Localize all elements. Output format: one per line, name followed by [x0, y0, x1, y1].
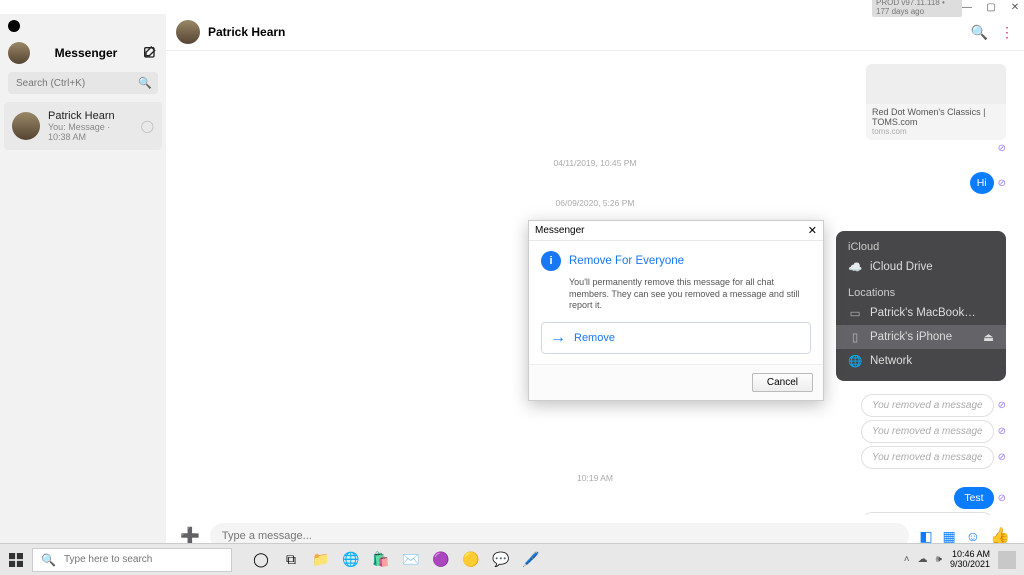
dialog-titlebar-text: Messenger	[535, 225, 584, 236]
search-icon[interactable]: 🔍	[138, 77, 152, 90]
taskbar-clock[interactable]: 10:46 AM 9/30/2021	[950, 550, 990, 570]
timestamp-separator: 04/11/2019, 10:45 PM	[184, 158, 1006, 168]
taskbar-search-input[interactable]	[64, 554, 231, 565]
finder-item-iphone[interactable]: ▯ Patrick's iPhone ⏏	[836, 325, 1006, 349]
outgoing-message[interactable]: Test	[954, 487, 993, 509]
mail-icon[interactable]: ✉️	[402, 551, 420, 569]
finder-item-icloud-drive[interactable]: ☁️ iCloud Drive	[836, 255, 1006, 279]
window-maximize[interactable]: ▢	[986, 2, 996, 13]
remove-option-label: Remove	[574, 332, 615, 344]
delivery-icon: ⊘	[998, 400, 1006, 411]
conversation-item[interactable]: Patrick Hearn You: Message · 10:38 AM ◯	[4, 102, 162, 150]
remove-option[interactable]: → Remove	[541, 322, 811, 354]
eject-icon[interactable]: ⏏	[983, 330, 994, 344]
link-preview-card[interactable]: Red Dot Women's Classics | TOMS.com toms…	[866, 64, 1006, 140]
delivery-icon: ⊘	[998, 493, 1006, 504]
sidebar: Messenger 🔍 Patrick Hearn You: Message ·…	[0, 14, 166, 557]
search-icon: 🔍	[33, 553, 64, 567]
start-button[interactable]	[0, 553, 32, 567]
sticker-icon[interactable]: ◧	[919, 528, 932, 545]
messenger-logo-icon	[8, 20, 20, 32]
finder-section-locations: Locations	[836, 285, 1006, 301]
timestamp-separator: 10:19 AM	[184, 473, 1006, 483]
removed-message[interactable]: You removed a message	[861, 512, 994, 515]
task-view-icon[interactable]: ◯	[252, 551, 270, 569]
info-icon: i	[541, 251, 561, 271]
app-icon-2[interactable]: 🖊️	[522, 551, 540, 569]
delivery-icon: ⊘	[998, 452, 1006, 463]
sidebar-search-input[interactable]	[8, 72, 158, 94]
app-icon[interactable]: 🟣	[432, 551, 450, 569]
explorer-icon[interactable]: 📁	[312, 551, 330, 569]
tray-overflow-icon[interactable]: ˄	[904, 554, 910, 565]
delivery-icon: ⊘	[998, 143, 1006, 154]
window-close[interactable]: ✕	[1010, 2, 1020, 13]
onedrive-icon[interactable]: ☁	[918, 554, 928, 565]
chat-search-icon[interactable]: 🔍	[971, 24, 988, 41]
timestamp-separator: 06/09/2020, 5:26 PM	[184, 198, 1006, 208]
delivery-icon: ⊘	[998, 426, 1006, 437]
dialog-close-button[interactable]: ✕	[808, 224, 817, 237]
window-minimize[interactable]: —	[962, 2, 972, 13]
link-preview-title: Red Dot Women's Classics | TOMS.com	[866, 104, 1006, 127]
chat-contact-avatar[interactable]	[176, 20, 200, 44]
network-tray-icon[interactable]: 🕪	[936, 554, 942, 565]
dialog-body-text: You'll permanently remove this message f…	[569, 277, 811, 312]
phone-icon: ▯	[848, 330, 862, 344]
conversation-subtitle: You: Message · 10:38 AM	[48, 122, 133, 142]
conversation-status-icon: ◯	[141, 119, 154, 133]
contact-avatar	[12, 112, 40, 140]
finder-sidebar-popup: iCloud ☁️ iCloud Drive Locations ▭ Patri…	[836, 231, 1006, 381]
globe-icon: 🌐	[848, 354, 862, 368]
link-preview-domain: toms.com	[866, 127, 1006, 136]
chat-header: Patrick Hearn 🔍 ⋮	[166, 14, 1024, 51]
removed-message[interactable]: You removed a message	[861, 446, 994, 469]
arrow-right-icon: →	[550, 329, 566, 347]
removed-message[interactable]: You removed a message	[861, 420, 994, 443]
conversation-name: Patrick Hearn	[48, 110, 133, 122]
chrome-icon[interactable]: 🟡	[462, 551, 480, 569]
finder-item-network[interactable]: 🌐 Network	[836, 349, 1006, 373]
timeline-icon[interactable]: ⧉	[282, 551, 300, 569]
removed-message[interactable]: You removed a message	[861, 394, 994, 417]
messenger-taskbar-icon[interactable]: 💬	[492, 551, 510, 569]
user-avatar[interactable]	[8, 42, 30, 64]
windows-taskbar: 🔍 ◯ ⧉ 📁 🌐 🛍️ ✉️ 🟣 🟡 💬 🖊️ ˄ ☁ 🕪 10:46 AM …	[0, 543, 1024, 575]
remove-dialog: Messenger ✕ i Remove For Everyone You'll…	[528, 220, 824, 401]
store-icon[interactable]: 🛍️	[372, 551, 390, 569]
link-preview-image	[866, 64, 1006, 104]
finder-item-macbook[interactable]: ▭ Patrick's MacBook…	[836, 301, 1006, 325]
compose-button[interactable]	[142, 45, 158, 61]
taskbar-search[interactable]: 🔍	[32, 548, 232, 572]
laptop-icon: ▭	[848, 306, 862, 320]
gif-icon[interactable]: ▦	[943, 528, 956, 545]
dialog-heading: Remove For Everyone	[569, 255, 684, 267]
window-titlebar: PROD v97.11.118 • 177 days ago — ▢ ✕	[0, 0, 1024, 14]
cancel-button[interactable]: Cancel	[752, 373, 813, 392]
cloud-icon: ☁️	[848, 260, 862, 274]
app-title: Messenger	[30, 46, 142, 60]
notifications-icon[interactable]	[998, 551, 1016, 569]
finder-section-icloud: iCloud	[836, 239, 1006, 255]
delivery-icon: ⊘	[998, 178, 1006, 189]
chat-more-icon[interactable]: ⋮	[1000, 24, 1014, 41]
chat-panel: Patrick Hearn 🔍 ⋮ Red Dot Women's Classi…	[166, 14, 1024, 557]
outgoing-message[interactable]: Hi	[970, 172, 994, 194]
edge-icon[interactable]: 🌐	[342, 551, 360, 569]
chat-contact-name: Patrick Hearn	[208, 25, 285, 39]
emoji-icon[interactable]: ☺	[966, 528, 980, 544]
